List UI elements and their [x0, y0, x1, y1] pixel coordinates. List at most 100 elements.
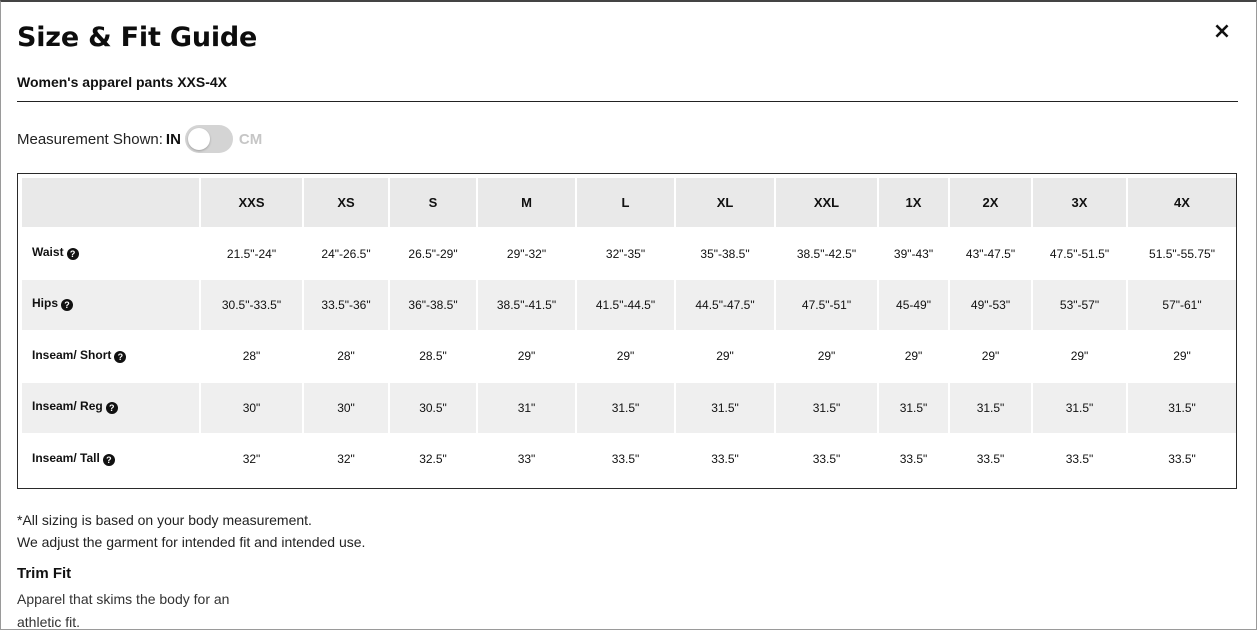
- row-label: Inseam/ Reg?: [22, 383, 199, 433]
- row-label: Inseam/ Tall?: [22, 435, 199, 484]
- table-cell: 41.5"-44.5": [577, 280, 674, 330]
- size-fit-guide-modal: Size & Fit Guide × Women's apparel pants…: [0, 0, 1257, 630]
- table-cell: 31.5": [950, 383, 1031, 433]
- table-cell: 26.5"-29": [408, 246, 458, 261]
- measurement-label: Measurement Shown:: [17, 130, 163, 148]
- table-cell: 30.5": [390, 383, 476, 433]
- table-cell: 47.5"-51.5": [1049, 246, 1110, 261]
- size-header-row: XXS XS S M L XL XXL 1X 2X 3X 4X: [22, 178, 1236, 227]
- close-icon[interactable]: ×: [1210, 20, 1234, 44]
- row-label: Inseam/ Short?: [22, 332, 199, 381]
- size-table: XXS XS S M L XL XXL 1X 2X 3X 4X Waist? 2…: [20, 176, 1238, 486]
- modal-title: Size & Fit Guide: [17, 22, 258, 53]
- table-cell: 33.5": [1065, 452, 1094, 467]
- row-label: Waist?: [22, 229, 199, 278]
- table-cell: 33.5": [899, 452, 928, 467]
- table-cell: 28.5": [419, 349, 447, 364]
- table-cell: 45-49": [879, 280, 948, 330]
- table-row-waist: Waist? 21.5"-24" 24"-26.5" 26.5"-29" 29"…: [22, 229, 1236, 278]
- size-header: S: [390, 178, 476, 227]
- table-cell: 30.5"-33.5": [201, 280, 302, 330]
- table-cell: 29": [1070, 349, 1089, 364]
- size-header: XS: [304, 178, 388, 227]
- table-cell: 29": [616, 349, 635, 364]
- table-cell: 33.5": [611, 452, 640, 467]
- modal-subtitle: Women's apparel pants XXS-4X: [17, 74, 228, 90]
- table-cell: 29"-32": [506, 246, 547, 261]
- table-cell: 21.5"-24": [226, 246, 277, 261]
- table-cell: 29": [981, 349, 1000, 364]
- table-cell: 51.5"-55.75": [1149, 246, 1215, 261]
- table-cell: 31": [478, 383, 575, 433]
- table-cell: 33.5": [976, 452, 1005, 467]
- size-header: M: [478, 178, 575, 227]
- table-cell: 44.5"-47.5": [676, 280, 774, 330]
- table-cell: 33": [517, 452, 536, 467]
- divider: [17, 101, 1238, 102]
- table-cell: 32"-35": [605, 246, 646, 261]
- help-icon[interactable]: ?: [114, 350, 127, 363]
- table-cell: 38.5"-42.5": [796, 246, 857, 261]
- row-label-text: Inseam/ Short: [32, 347, 112, 362]
- help-icon[interactable]: ?: [102, 453, 115, 466]
- row-label: Hips?: [22, 280, 199, 330]
- table-cell: 30": [201, 383, 302, 433]
- unit-toggle-switch[interactable]: [184, 125, 233, 153]
- table-cell: 33.5"-36": [304, 280, 388, 330]
- table-row-inseam-tall: Inseam/ Tall? 32" 32" 32.5" 33" 33.5" 33…: [22, 435, 1236, 484]
- table-cell: 31.5": [577, 383, 674, 433]
- corner-cell: [22, 178, 199, 227]
- table-cell: 28": [337, 349, 355, 364]
- footnote-line-2: We adjust the garment for intended fit a…: [17, 534, 366, 550]
- table-cell: 32.5": [419, 452, 447, 467]
- row-label-text: Waist: [32, 245, 64, 259]
- row-label-text: Hips: [32, 296, 59, 311]
- table-cell: 31.5": [776, 383, 877, 433]
- fit-description: Apparel that skims the body for an athle…: [17, 591, 230, 630]
- table-cell: 33.5": [711, 452, 739, 467]
- size-header: 4X: [1128, 178, 1236, 227]
- table-cell: 32": [337, 452, 355, 467]
- help-icon[interactable]: ?: [61, 299, 74, 312]
- table-cell: 29": [716, 349, 734, 364]
- table-cell: 36"-38.5": [390, 280, 476, 330]
- size-header: L: [577, 178, 674, 227]
- fit-title: Trim Fit: [17, 565, 72, 582]
- footnote-line-1: *All sizing is based on your body measur…: [17, 512, 312, 528]
- table-row-inseam-short: Inseam/ Short? 28" 28" 28.5" 29" 29" 29"…: [22, 332, 1236, 381]
- table-cell: 31.5": [1128, 383, 1236, 433]
- table-cell: 29": [517, 349, 536, 364]
- table-cell: 38.5"-41.5": [478, 280, 575, 330]
- toggle-knob: [187, 128, 210, 150]
- table-cell: 29": [904, 349, 923, 364]
- table-cell: 29": [1173, 349, 1191, 364]
- table-cell: 31.5": [879, 383, 948, 433]
- table-cell: 53"-57": [1033, 280, 1126, 330]
- unit-cm-label[interactable]: CM: [239, 131, 262, 148]
- help-icon[interactable]: ?: [66, 248, 79, 260]
- measurement-toggle-row: Measurement Shown: IN CM: [17, 124, 262, 154]
- table-row-inseam-reg: Inseam/ Reg? 30" 30" 30.5" 31" 31.5" 31.…: [22, 383, 1236, 433]
- table-cell: 57"-61": [1128, 280, 1236, 330]
- row-label-text: Inseam/ Tall: [32, 450, 100, 465]
- size-header: 1X: [879, 178, 948, 227]
- unit-in-label[interactable]: IN: [166, 131, 181, 148]
- table-cell: 35"-38.5": [700, 246, 750, 261]
- table-cell: 24"-26.5": [321, 246, 371, 261]
- row-label-text: Inseam/ Reg: [32, 399, 103, 414]
- table-cell: 31.5": [1033, 383, 1126, 433]
- size-table-container: XXS XS S M L XL XXL 1X 2X 3X 4X Waist? 2…: [17, 173, 1237, 489]
- help-icon[interactable]: ?: [105, 402, 118, 415]
- size-header: 3X: [1033, 178, 1126, 227]
- size-header: XL: [676, 178, 774, 227]
- size-header: XXS: [201, 178, 302, 227]
- table-cell: 33.5": [1168, 452, 1196, 467]
- table-cell: 32": [242, 452, 261, 467]
- size-header: XXL: [776, 178, 877, 227]
- sizing-footnote: *All sizing is based on your body measur…: [17, 509, 365, 553]
- table-cell: 29": [817, 349, 836, 364]
- table-cell: 31.5": [676, 383, 774, 433]
- table-cell: 43"-47.5": [965, 246, 1016, 261]
- table-cell: 49"-53": [950, 280, 1031, 330]
- table-cell: 39"-43": [893, 246, 934, 261]
